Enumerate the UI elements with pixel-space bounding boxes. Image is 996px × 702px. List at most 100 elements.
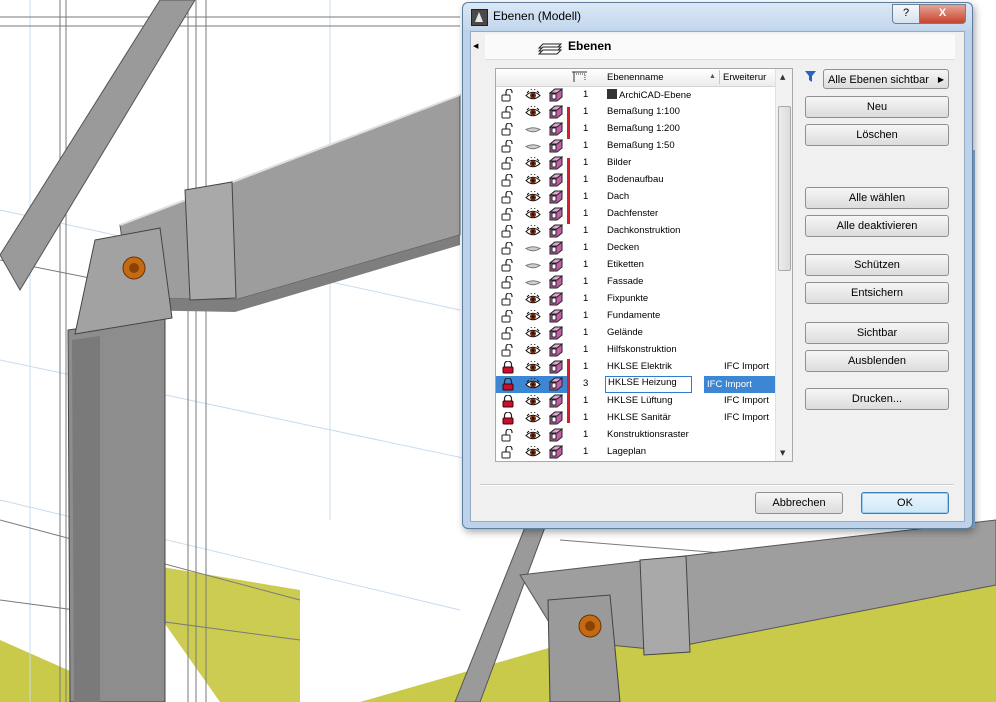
table-row[interactable]: 3 HKLSE Heizung IFC Import: [496, 376, 775, 393]
vertical-scrollbar[interactable]: ▲ ▼: [775, 69, 792, 461]
intersection-number[interactable]: 1: [583, 89, 588, 100]
eye-icon[interactable]: [525, 428, 541, 442]
layer-name[interactable]: Dach: [607, 191, 629, 202]
layer-name[interactable]: Fundamente: [607, 310, 660, 321]
eye-icon[interactable]: [525, 394, 541, 408]
intersection-number[interactable]: 1: [583, 293, 588, 304]
layer-name[interactable]: Fixpunkte: [607, 293, 648, 304]
intersection-number[interactable]: 1: [583, 327, 588, 338]
lock-open-icon[interactable]: [501, 139, 515, 153]
layer-name[interactable]: Bemaßung 1:100: [607, 106, 680, 117]
lock-open-icon[interactable]: [501, 190, 515, 204]
deselect-all-button[interactable]: Alle deaktivieren: [805, 215, 949, 237]
layer-name[interactable]: Bodenaufbau: [607, 174, 664, 185]
ok-button[interactable]: OK: [861, 492, 949, 514]
table-row[interactable]: 1 Dachfenster: [496, 206, 775, 223]
wireframe-solid-icon[interactable]: [548, 377, 564, 391]
intersection-number[interactable]: 1: [583, 310, 588, 321]
wireframe-solid-icon[interactable]: [548, 292, 564, 306]
table-row[interactable]: 1 Fixpunkte: [496, 291, 775, 308]
lock-open-icon[interactable]: [501, 156, 515, 170]
layer-name[interactable]: Bilder: [607, 157, 631, 168]
layer-name[interactable]: HKLSE Sanitär: [607, 412, 671, 423]
table-row[interactable]: 1 Bemaßung 1:100: [496, 104, 775, 121]
print-button[interactable]: Drucken...: [805, 388, 949, 410]
layer-list[interactable]: Ebenenname ▲ Erweiterur 1 ArchiCAD-Ebene 1…: [495, 68, 793, 462]
title-bar[interactable]: Ebenen (Modell) ? X: [463, 3, 972, 30]
intersection-number[interactable]: 1: [583, 157, 588, 168]
eye-icon[interactable]: [525, 190, 541, 204]
wireframe-solid-icon[interactable]: [548, 360, 564, 374]
table-row[interactable]: 1 Decken: [496, 240, 775, 257]
layer-name[interactable]: Etiketten: [607, 259, 644, 270]
lock-open-icon[interactable]: [501, 207, 515, 221]
layer-name[interactable]: HKLSE Heizung: [605, 376, 692, 393]
intersection-number[interactable]: 1: [583, 140, 588, 151]
wireframe-solid-icon[interactable]: [548, 156, 564, 170]
wireframe-solid-icon[interactable]: [548, 275, 564, 289]
wireframe-solid-icon[interactable]: [548, 445, 564, 459]
intersection-number[interactable]: 1: [583, 361, 588, 372]
wireframe-solid-icon[interactable]: [548, 207, 564, 221]
eye-icon[interactable]: [525, 88, 541, 102]
intersection-number[interactable]: 3: [583, 378, 588, 389]
lock-open-icon[interactable]: [501, 343, 515, 357]
table-row[interactable]: 1 HKLSE Lüftung IFC Import: [496, 393, 775, 410]
table-row[interactable]: 1 Fassade: [496, 274, 775, 291]
layer-name[interactable]: Lageplan: [607, 446, 646, 457]
wireframe-solid-icon[interactable]: [548, 326, 564, 340]
table-row[interactable]: 1 Dachkonstruktion: [496, 223, 775, 240]
intersection-number[interactable]: 1: [583, 412, 588, 423]
intersection-number[interactable]: 1: [583, 225, 588, 236]
collapse-arrow-icon[interactable]: ◀: [473, 42, 478, 50]
eye-icon[interactable]: [525, 343, 541, 357]
lock-closed-icon[interactable]: [501, 360, 515, 374]
select-all-button[interactable]: Alle wählen: [805, 187, 949, 209]
wireframe-solid-icon[interactable]: [548, 190, 564, 204]
intersection-number[interactable]: 1: [583, 174, 588, 185]
wireframe-solid-icon[interactable]: [548, 139, 564, 153]
eye-closed-icon[interactable]: [524, 140, 542, 153]
table-row[interactable]: 1 Konstruktionsraster: [496, 427, 775, 444]
eye-icon[interactable]: [525, 377, 541, 391]
scroll-up-icon[interactable]: ▲: [780, 73, 785, 81]
lock-open-icon[interactable]: [501, 275, 515, 289]
table-row[interactable]: 1 ArchiCAD-Ebene: [496, 87, 775, 104]
table-row[interactable]: 1 Bodenaufbau: [496, 172, 775, 189]
layer-name[interactable]: Fassade: [607, 276, 643, 287]
intersection-number[interactable]: 1: [583, 344, 588, 355]
intersection-number[interactable]: 1: [583, 446, 588, 457]
eye-closed-icon[interactable]: [524, 259, 542, 272]
wireframe-solid-icon[interactable]: [548, 105, 564, 119]
table-row[interactable]: 1 Fundamente: [496, 308, 775, 325]
wireframe-solid-icon[interactable]: [548, 411, 564, 425]
intersection-number[interactable]: 1: [583, 191, 588, 202]
lock-open-icon[interactable]: [501, 122, 515, 136]
eye-icon[interactable]: [525, 411, 541, 425]
wireframe-solid-icon[interactable]: [548, 258, 564, 272]
lock-closed-icon[interactable]: [501, 394, 515, 408]
lock-open-icon[interactable]: [501, 445, 515, 459]
wireframe-solid-icon[interactable]: [548, 241, 564, 255]
lock-open-icon[interactable]: [501, 224, 515, 238]
layer-name[interactable]: Bemaßung 1:200: [607, 123, 680, 134]
lock-open-icon[interactable]: [501, 105, 515, 119]
column-header-extension[interactable]: Erweiterur: [723, 72, 766, 83]
intersection-number[interactable]: 1: [583, 276, 588, 287]
eye-icon[interactable]: [525, 207, 541, 221]
delete-button[interactable]: Löschen: [805, 124, 949, 146]
table-row[interactable]: 1 Bemaßung 1:50: [496, 138, 775, 155]
lock-open-icon[interactable]: [501, 428, 515, 442]
table-row[interactable]: 1 HKLSE Sanitär IFC Import: [496, 410, 775, 427]
intersection-number[interactable]: 1: [583, 106, 588, 117]
lock-open-icon[interactable]: [501, 326, 515, 340]
new-button[interactable]: Neu: [805, 96, 949, 118]
layer-name[interactable]: HKLSE Elektrik: [607, 361, 672, 372]
layer-name[interactable]: Konstruktionsraster: [607, 429, 689, 440]
wireframe-solid-icon[interactable]: [548, 224, 564, 238]
eye-icon[interactable]: [525, 326, 541, 340]
column-divider[interactable]: [719, 70, 720, 84]
layer-name[interactable]: Dachkonstruktion: [607, 225, 680, 236]
help-button[interactable]: ?: [892, 4, 920, 24]
table-row[interactable]: 1 Etiketten: [496, 257, 775, 274]
